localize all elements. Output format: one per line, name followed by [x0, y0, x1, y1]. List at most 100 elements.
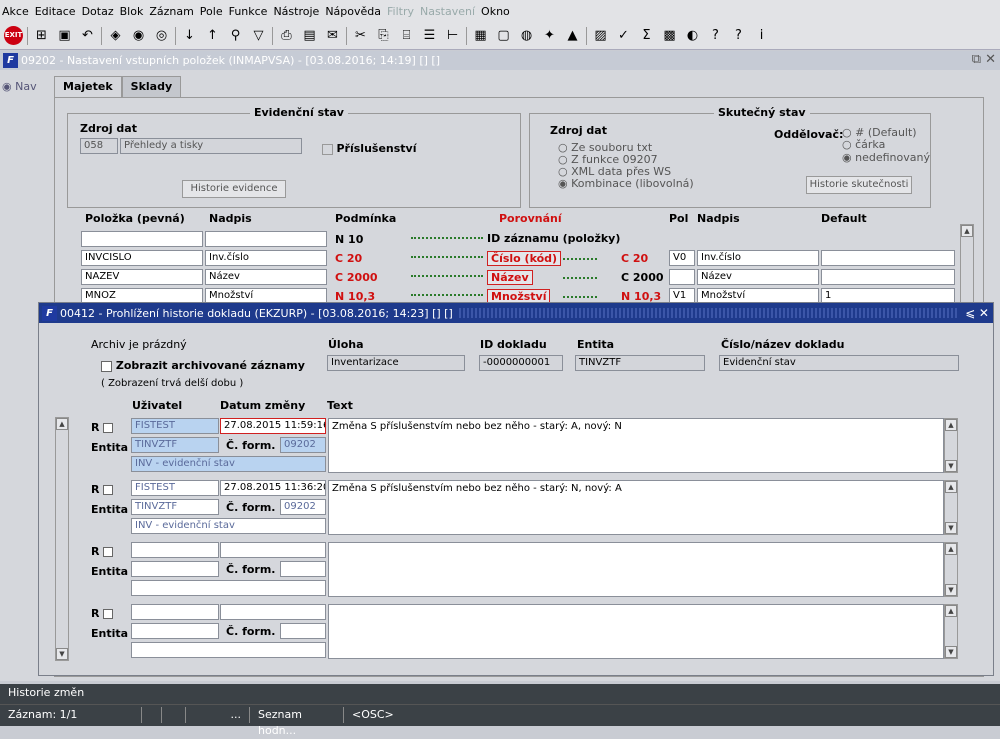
entita-value-field[interactable]: TINVZTF: [131, 437, 219, 453]
uzivatel-field[interactable]: [131, 604, 219, 620]
sort-asc-icon[interactable]: ↓: [180, 26, 199, 45]
uzivatel-field[interactable]: FISTEST: [131, 480, 219, 496]
text-scrollbar[interactable]: ▲ ▼: [944, 542, 958, 597]
r-checkbox[interactable]: [103, 547, 114, 557]
r-checkbox[interactable]: [103, 423, 114, 433]
uzivatel-field[interactable]: [131, 542, 219, 558]
entita-field[interactable]: TINVZTF: [575, 355, 705, 371]
sum-icon[interactable]: Σ: [637, 26, 656, 45]
table-scrollbar[interactable]: ▲: [960, 224, 974, 314]
nadpis-field[interactable]: Inv.číslo: [205, 250, 327, 266]
nav-button[interactable]: ◉ Nav: [2, 80, 46, 98]
globe-icon[interactable]: ◍: [517, 26, 536, 45]
window-controls[interactable]: ⧉ ✕: [972, 52, 996, 67]
nadpis2-field[interactable]: Inv.číslo: [697, 250, 819, 266]
form-field[interactable]: 09202: [280, 437, 326, 453]
menu-pole[interactable]: Pole: [200, 5, 223, 18]
info-icon[interactable]: i: [752, 26, 771, 45]
tab-sklady[interactable]: Sklady: [121, 76, 182, 98]
menu-dotaz[interactable]: Dotaz: [82, 5, 114, 18]
entita-value-field[interactable]: [131, 561, 219, 577]
menu-nastroje[interactable]: Nástroje: [273, 5, 319, 18]
menu-akce[interactable]: Akce: [2, 5, 29, 18]
web-icon[interactable]: ◐: [683, 26, 702, 45]
query-icon[interactable]: ◈: [106, 26, 125, 45]
calculator-icon[interactable]: ▦: [471, 26, 490, 45]
insert-record-icon[interactable]: ⊞: [32, 26, 51, 45]
scroll-down-icon[interactable]: ▼: [56, 648, 68, 660]
window-controls[interactable]: ⩽ ✕: [965, 306, 989, 320]
menu-funkce[interactable]: Funkce: [229, 5, 268, 18]
text-field[interactable]: [328, 542, 944, 597]
cancel-query-icon[interactable]: ◎: [152, 26, 171, 45]
polozka-field[interactable]: NAZEV: [81, 269, 203, 285]
form-field[interactable]: [280, 561, 326, 577]
preview-icon[interactable]: ▤: [300, 26, 319, 45]
historie-evidence-button[interactable]: Historie evidence: [182, 180, 286, 198]
default-field[interactable]: [821, 269, 955, 285]
text-scrollbar[interactable]: ▲ ▼: [944, 480, 958, 535]
r-checkbox[interactable]: [103, 485, 114, 495]
prislusenstvi-checkbox[interactable]: Příslušenství: [322, 142, 417, 155]
default-field[interactable]: [821, 250, 955, 266]
zdroj-name-field[interactable]: Přehledy a tisky: [120, 138, 302, 154]
datum-field[interactable]: 27.08.2015 11:59:16: [220, 418, 326, 434]
scroll-down-icon[interactable]: ▼: [945, 646, 957, 658]
popis-field[interactable]: INV - evidenční stav: [131, 518, 326, 534]
records-scrollbar[interactable]: ▲ ▼: [55, 417, 69, 661]
nadpis-field[interactable]: Název: [205, 269, 327, 285]
popis-field[interactable]: INV - evidenční stav: [131, 456, 326, 472]
menu-zaznam[interactable]: Záznam: [149, 5, 193, 18]
uloha-field[interactable]: Inventarizace: [327, 355, 465, 371]
r-checkbox[interactable]: [103, 609, 114, 619]
exit-icon[interactable]: EXIT: [4, 26, 23, 45]
entita-value-field[interactable]: TINVZTF: [131, 499, 219, 515]
zdroj-code-field[interactable]: 058: [80, 138, 118, 154]
scroll-up-icon[interactable]: ▲: [945, 419, 957, 431]
datum-field[interactable]: 27.08.2015 11:36:20: [220, 480, 326, 496]
entita-value-field[interactable]: [131, 623, 219, 639]
cut-icon[interactable]: ✂: [351, 26, 370, 45]
text-scrollbar[interactable]: ▲ ▼: [944, 418, 958, 473]
menu-editace[interactable]: Editace: [35, 5, 76, 18]
radio-kombinace[interactable]: ◉ Kombinace (libovolná): [558, 177, 694, 190]
text-field[interactable]: [328, 604, 944, 659]
list-icon[interactable]: ☰: [420, 26, 439, 45]
chart-icon[interactable]: ▨: [591, 26, 610, 45]
popis-field[interactable]: [131, 580, 326, 596]
menu-blok[interactable]: Blok: [120, 5, 144, 18]
uzivatel-field[interactable]: FISTEST: [131, 418, 219, 434]
star-icon[interactable]: ✦: [540, 26, 559, 45]
nadpis-field[interactable]: [205, 231, 327, 247]
scroll-up-icon[interactable]: ▲: [945, 605, 957, 617]
copy-icon[interactable]: ⎘: [374, 26, 393, 45]
check-icon[interactable]: ✓: [614, 26, 633, 45]
tree-icon[interactable]: ⊢: [443, 26, 462, 45]
scroll-up-icon[interactable]: ▲: [945, 481, 957, 493]
polozka-field[interactable]: INVCISLO: [81, 250, 203, 266]
id-field[interactable]: -0000000001: [479, 355, 563, 371]
warning-icon[interactable]: ▲: [563, 26, 582, 45]
scroll-up-icon[interactable]: ▲: [945, 543, 957, 555]
menu-napoveda[interactable]: Nápověda: [325, 5, 381, 18]
cislo-field[interactable]: Evidenční stav: [719, 355, 959, 371]
text-scrollbar[interactable]: ▲ ▼: [944, 604, 958, 659]
pol-field[interactable]: V0: [669, 250, 695, 266]
pol-field[interactable]: [669, 269, 695, 285]
scroll-down-icon[interactable]: ▼: [945, 460, 957, 472]
scroll-up-icon[interactable]: ▲: [961, 225, 973, 237]
datum-field[interactable]: [220, 604, 326, 620]
form-field[interactable]: 09202: [280, 499, 326, 515]
zobrazit-checkbox[interactable]: Zobrazit archivované záznamy: [101, 359, 305, 372]
scroll-down-icon[interactable]: ▼: [945, 584, 957, 596]
scroll-up-icon[interactable]: ▲: [56, 418, 68, 430]
print-icon[interactable]: ⎙: [277, 26, 296, 45]
execute-query-icon[interactable]: ◉: [129, 26, 148, 45]
form-field[interactable]: [280, 623, 326, 639]
paste-icon[interactable]: ⌸: [397, 26, 416, 45]
search-icon[interactable]: ⚲: [226, 26, 245, 45]
mail-icon[interactable]: ✉: [323, 26, 342, 45]
radio-nedefinovany[interactable]: ◉ nedefinovaný: [842, 151, 930, 164]
sort-desc-icon[interactable]: ↑: [203, 26, 222, 45]
excel-icon[interactable]: ▩: [660, 26, 679, 45]
